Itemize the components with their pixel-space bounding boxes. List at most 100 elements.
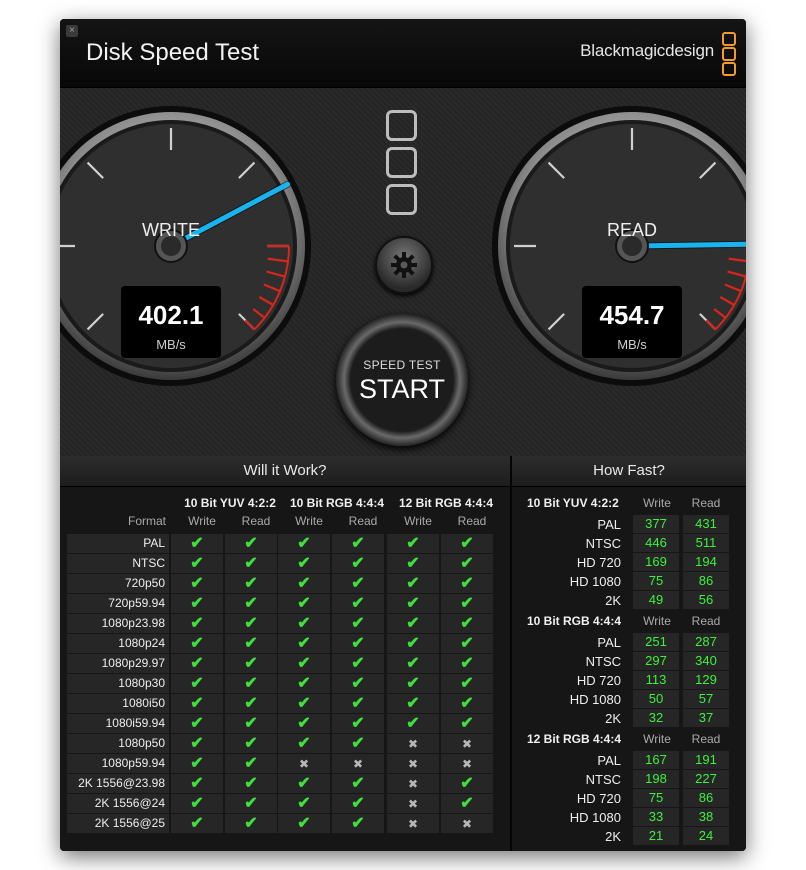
compat-cell: ✔ — [278, 594, 330, 613]
compat-cell: ✔ — [278, 634, 330, 653]
how-fast-row: 2K 32 37 — [523, 709, 733, 728]
check-icon: ✔ — [460, 555, 474, 572]
start-button-label: START — [358, 374, 445, 404]
check-icon: ✔ — [351, 775, 365, 792]
compat-cell: ✔ — [387, 594, 439, 613]
compat-cell: ✖ — [441, 754, 493, 773]
compat-cell: ✔ — [225, 614, 277, 633]
table-row: 2K 1556@23.98 ✔ ✔ ✔ ✔ ✖ ✔ — [67, 774, 495, 794]
check-icon: ✔ — [190, 635, 204, 652]
compat-cell: ✔ — [441, 714, 493, 733]
compat-cell: ✔ — [387, 714, 439, 733]
compat-cell: ✔ — [332, 534, 384, 553]
will-it-work-sub-header: Read — [457, 514, 487, 528]
how-fast-title: How Fast? — [512, 456, 746, 487]
how-fast-read-value: 287 — [683, 633, 729, 651]
compat-cell: ✔ — [225, 654, 277, 673]
check-icon: ✔ — [406, 695, 420, 712]
check-icon: ✔ — [460, 575, 474, 592]
check-icon: ✔ — [406, 655, 420, 672]
compat-cell: ✔ — [332, 594, 384, 613]
compat-cell: ✔ — [278, 774, 330, 793]
check-icon: ✔ — [351, 695, 365, 712]
check-icon: ✔ — [244, 695, 258, 712]
check-icon: ✔ — [297, 715, 311, 732]
format-cell: 720p50 — [67, 574, 169, 593]
will-it-work-sub-header: Read — [241, 514, 271, 528]
check-icon: ✔ — [244, 535, 258, 552]
compat-cell: ✔ — [387, 614, 439, 633]
compat-cell: ✖ — [387, 734, 439, 753]
cross-icon: ✖ — [352, 757, 364, 771]
format-label: 1080p50 — [118, 736, 165, 750]
how-fast-read-header: Read — [691, 496, 721, 510]
gear-icon — [391, 252, 417, 278]
check-icon: ✔ — [351, 575, 365, 592]
settings-button[interactable] — [375, 236, 433, 294]
format-label: 720p59.94 — [108, 596, 165, 610]
how-fast-group-header: 10 Bit YUV 4:2:2 — [527, 496, 619, 510]
format-cell: 2K 1556@23.98 — [67, 774, 169, 793]
compat-cell: ✔ — [225, 694, 277, 713]
cross-icon: ✖ — [407, 737, 419, 751]
check-icon: ✔ — [297, 735, 311, 752]
table-row: 720p50 ✔ ✔ ✔ ✔ ✔ ✔ — [67, 574, 495, 594]
how-fast-format-label: NTSC — [585, 654, 621, 669]
compat-cell: ✔ — [278, 554, 330, 573]
compat-cell: ✔ — [332, 614, 384, 633]
how-fast-read-value: 56 — [683, 591, 729, 609]
how-fast-read-value: 191 — [683, 751, 729, 769]
cross-icon: ✖ — [407, 757, 419, 771]
compat-cell: ✔ — [225, 594, 277, 613]
check-icon: ✔ — [351, 535, 365, 552]
read-gauge: READ 454.7 MB/s — [491, 105, 746, 387]
check-icon: ✔ — [244, 615, 258, 632]
table-row: 1080p29.97 ✔ ✔ ✔ ✔ ✔ ✔ — [67, 654, 495, 674]
compat-cell: ✔ — [332, 634, 384, 653]
compat-cell: ✔ — [225, 714, 277, 733]
compat-cell: ✔ — [332, 774, 384, 793]
format-cell: 1080p59.94 — [67, 754, 169, 773]
how-fast-row: NTSC 297 340 — [523, 652, 733, 671]
how-fast-read-value: 340 — [683, 652, 729, 670]
format-cell: 1080p50 — [67, 734, 169, 753]
check-icon: ✔ — [406, 675, 420, 692]
how-fast-write-value: 49 — [633, 591, 679, 609]
check-icon: ✔ — [406, 595, 420, 612]
how-fast-format-label: HD 1080 — [569, 692, 621, 707]
compat-cell: ✔ — [278, 614, 330, 633]
how-fast-format-label: PAL — [597, 517, 621, 532]
compat-cell: ✖ — [441, 734, 493, 753]
compat-cell: ✖ — [387, 814, 439, 833]
compat-cell: ✔ — [171, 614, 223, 633]
compat-cell: ✔ — [278, 794, 330, 813]
compat-cell: ✔ — [441, 594, 493, 613]
compat-cell: ✔ — [332, 814, 384, 833]
check-icon: ✔ — [460, 535, 474, 552]
check-icon: ✔ — [460, 695, 474, 712]
check-icon: ✔ — [406, 535, 420, 552]
check-icon: ✔ — [297, 675, 311, 692]
format-label: NTSC — [132, 556, 165, 570]
write-speed-value: 402.1 — [138, 300, 204, 330]
app-title: Disk Speed Test — [86, 39, 259, 66]
table-row: 1080p24 ✔ ✔ ✔ ✔ ✔ ✔ — [67, 634, 495, 654]
check-icon: ✔ — [190, 695, 204, 712]
how-fast-row: PAL 251 287 — [523, 633, 733, 652]
close-button[interactable]: × — [66, 25, 78, 37]
check-icon: ✔ — [244, 675, 258, 692]
check-icon: ✔ — [244, 735, 258, 752]
read-speed-value: 454.7 — [599, 300, 665, 330]
format-cell: 1080p24 — [67, 634, 169, 653]
compat-cell: ✔ — [171, 554, 223, 573]
check-icon: ✔ — [190, 595, 204, 612]
compat-cell: ✔ — [171, 654, 223, 673]
start-button[interactable]: SPEED TEST START — [336, 314, 468, 446]
format-cell: 2K 1556@24 — [67, 794, 169, 813]
format-cell: NTSC — [67, 554, 169, 573]
compat-cell: ✔ — [225, 634, 277, 653]
how-fast-read-header: Read — [691, 732, 721, 746]
how-fast-row: HD 720 169 194 — [523, 553, 733, 572]
table-row: 1080p30 ✔ ✔ ✔ ✔ ✔ ✔ — [67, 674, 495, 694]
compat-cell: ✔ — [171, 634, 223, 653]
